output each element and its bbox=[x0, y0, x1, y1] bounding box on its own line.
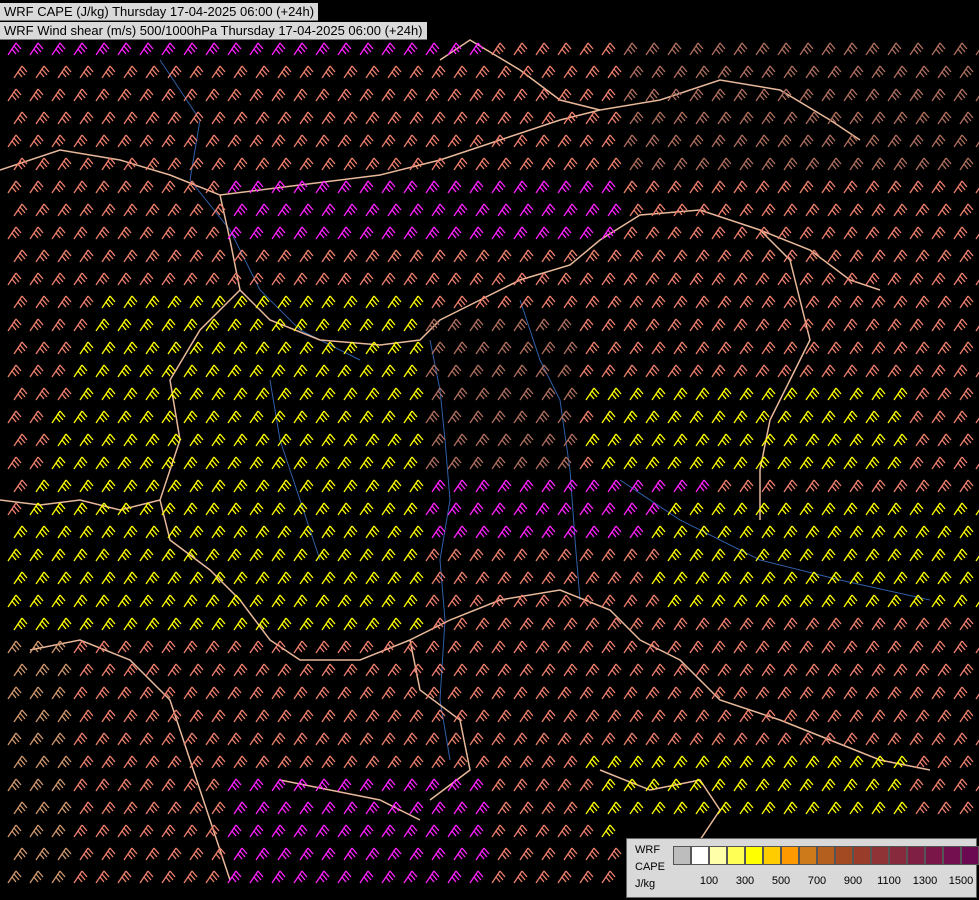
legend-swatch bbox=[673, 846, 691, 865]
legend-swatch bbox=[943, 846, 961, 865]
legend-tick-label: 500 bbox=[771, 875, 791, 887]
legend-tick-label: 100 bbox=[699, 875, 719, 887]
legend-swatch bbox=[835, 846, 853, 865]
legend-swatch bbox=[709, 846, 727, 865]
legend-field-label: CAPE bbox=[635, 861, 665, 873]
legend-swatch bbox=[817, 846, 835, 865]
legend-tick-label: 900 bbox=[843, 875, 863, 887]
legend-swatch bbox=[691, 846, 709, 865]
legend-swatch bbox=[781, 846, 799, 865]
weather-map bbox=[0, 0, 979, 900]
map-title-windshear: WRF Wind shear (m/s) 500/1000hPa Thursda… bbox=[0, 22, 427, 40]
legend-tick-label: 1500 bbox=[948, 875, 974, 887]
legend-swatch bbox=[871, 846, 889, 865]
legend-swatch bbox=[889, 846, 907, 865]
legend-tick-label: 1300 bbox=[912, 875, 938, 887]
legend-swatch bbox=[745, 846, 763, 865]
legend-swatch bbox=[925, 846, 943, 865]
legend-tick-label: 1100 bbox=[877, 875, 901, 887]
legend-swatch bbox=[763, 846, 781, 865]
legend-swatch bbox=[907, 846, 925, 865]
legend-swatch bbox=[853, 846, 871, 865]
map-title-cape: WRF CAPE (J/kg) Thursday 17-04-2025 06:0… bbox=[0, 3, 319, 21]
legend-swatch bbox=[799, 846, 817, 865]
legend-model-label: WRF bbox=[635, 844, 661, 856]
legend-tick-label: 700 bbox=[807, 875, 827, 887]
legend-swatch bbox=[961, 846, 979, 865]
legend-swatch bbox=[727, 846, 745, 865]
map-background bbox=[0, 0, 979, 900]
legend-unit-label: J/kg bbox=[635, 878, 656, 890]
legend-tick-label: 300 bbox=[735, 875, 755, 887]
cape-legend: WRF CAPE J/kg 100 300 500 700 900 1100 1300 150… bbox=[626, 838, 979, 898]
